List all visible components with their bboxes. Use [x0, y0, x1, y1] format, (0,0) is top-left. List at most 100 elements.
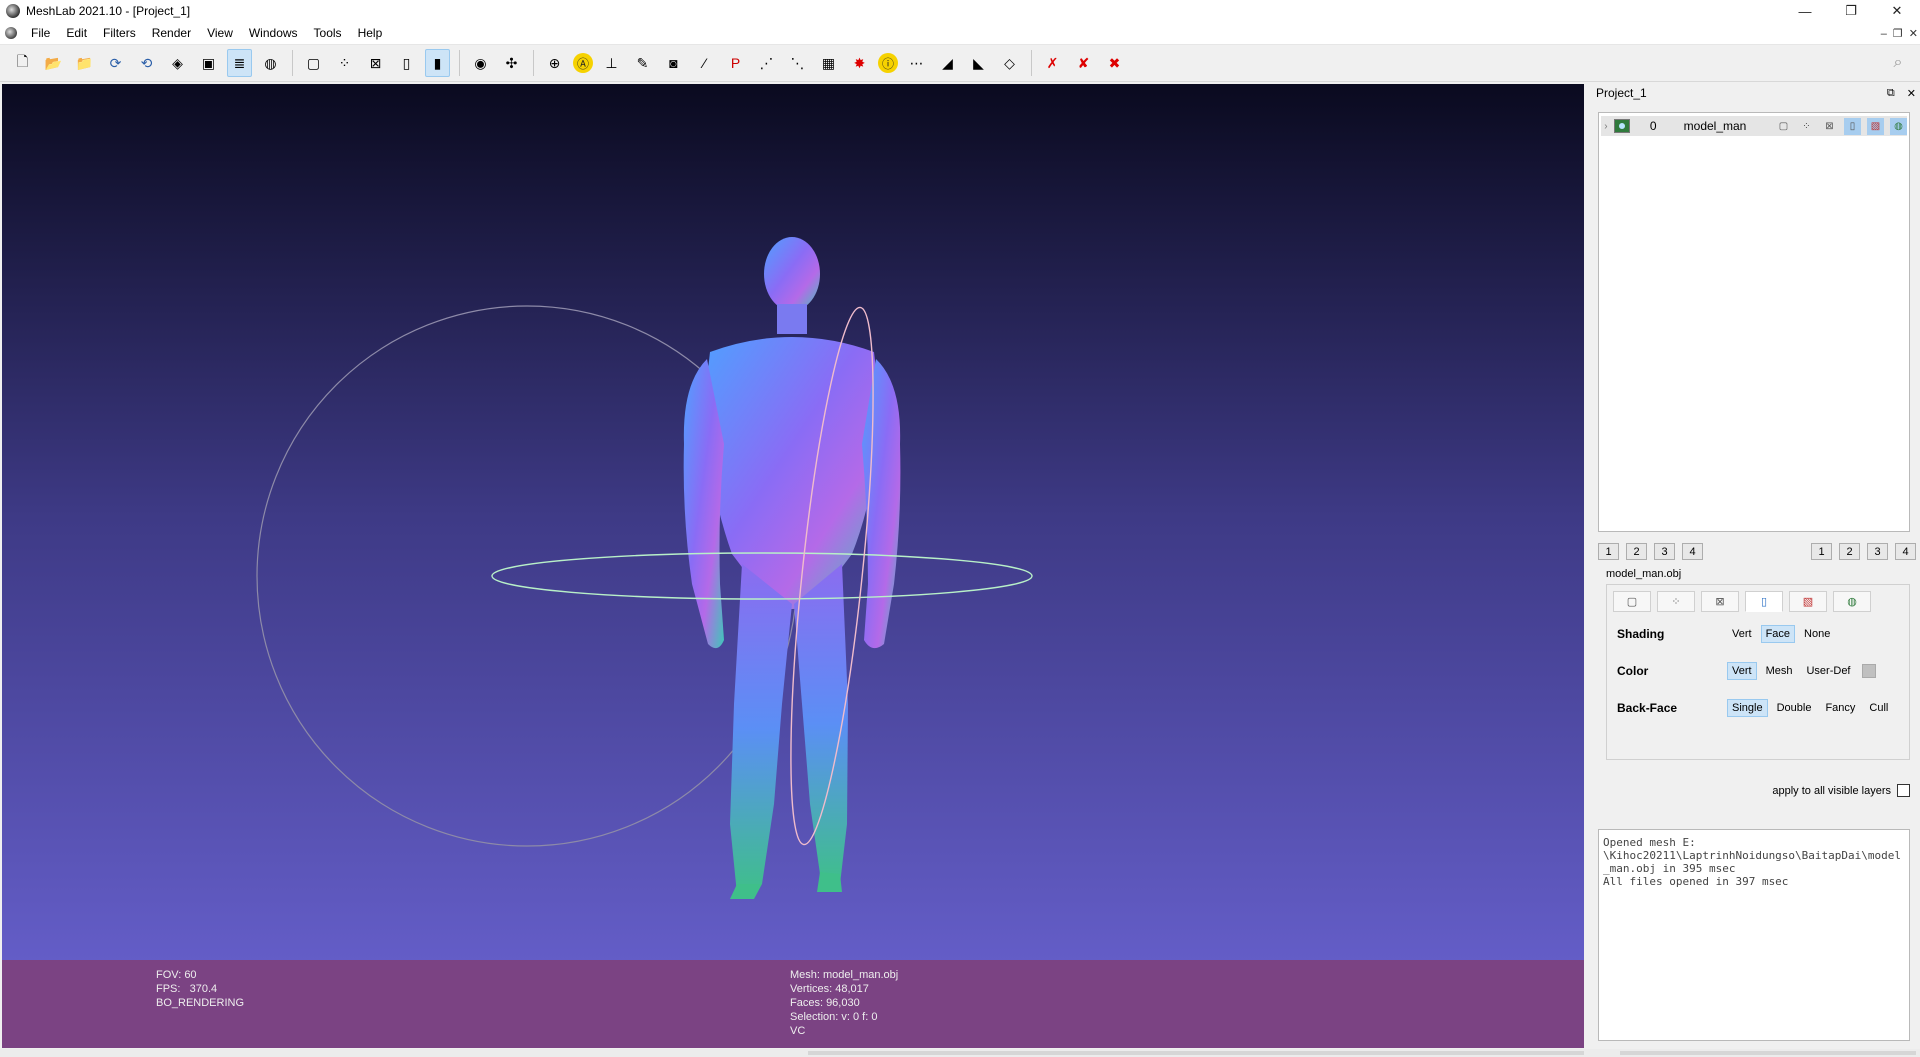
tab-texture[interactable]: ▧: [1789, 591, 1827, 612]
pick-icon[interactable]: P: [723, 49, 748, 77]
vertices-text: Vertices: 48,017: [790, 983, 869, 995]
layer-texture-icon[interactable]: ▧: [1867, 117, 1884, 135]
shading-vert-option[interactable]: Vert: [1727, 625, 1757, 643]
panel-horizontal-scrollbar[interactable]: [1620, 1051, 1916, 1055]
delete-all-icon[interactable]: ✖: [1102, 49, 1127, 77]
layer-bbox-icon[interactable]: ▢: [1775, 118, 1792, 135]
smooth-icon[interactable]: ▮: [425, 49, 450, 77]
backface-double-option[interactable]: Double: [1772, 699, 1817, 717]
menu-filters[interactable]: Filters: [95, 22, 144, 45]
left-num-1-button[interactable]: 1: [1598, 543, 1619, 560]
select-conn-2-icon[interactable]: ◣: [966, 49, 991, 77]
window-controls: — ❐ ✕: [1782, 0, 1920, 22]
georef-icon[interactable]: ✸: [847, 49, 872, 77]
tab-fill[interactable]: ▯: [1745, 591, 1783, 612]
viewport-horizontal-scrollbar[interactable]: [808, 1051, 1584, 1055]
left-num-4-button[interactable]: 4: [1682, 543, 1703, 560]
select-connected-icon[interactable]: ◢: [935, 49, 960, 77]
save-icon[interactable]: ◈: [165, 49, 190, 77]
delete-faces-icon[interactable]: ✗: [1040, 49, 1065, 77]
menu-edit[interactable]: Edit: [58, 22, 95, 45]
flat-icon[interactable]: ▯: [394, 49, 419, 77]
restore-button[interactable]: ❐: [1828, 0, 1874, 22]
log-output[interactable]: Opened mesh E: \Kihoc20211\LaptrinhNoidu…: [1598, 829, 1910, 1041]
layer-points-icon[interactable]: ⁘: [1798, 118, 1815, 135]
minimize-button[interactable]: —: [1782, 0, 1828, 22]
bbox-icon[interactable]: ▢: [301, 49, 326, 77]
layer-row[interactable]: › 0 model_man ▢ ⁘ ⊠ ▯ ▧ ◍: [1601, 116, 1907, 136]
color-userdef-option[interactable]: User-Def: [1801, 662, 1855, 680]
document-system-menu-icon[interactable]: [5, 27, 17, 39]
backface-single-option[interactable]: Single: [1727, 699, 1768, 717]
close-panel-icon[interactable]: ✕: [1907, 87, 1916, 100]
reload-icon[interactable]: ⟳: [103, 49, 128, 77]
annotation-icon[interactable]: Ⓐ: [573, 53, 593, 73]
texture-icon[interactable]: ▦: [816, 49, 841, 77]
align-icon[interactable]: ⊥: [599, 49, 624, 77]
shading-face-option[interactable]: Face: [1760, 625, 1796, 643]
camera-icon[interactable]: ◙: [661, 49, 686, 77]
light-icon[interactable]: ◉: [468, 49, 493, 77]
layer-list[interactable]: › 0 model_man ▢ ⁘ ⊠ ▯ ▧ ◍: [1598, 112, 1910, 532]
mdi-minimize-button[interactable]: ‒: [1881, 28, 1887, 40]
mesh-info: Mesh: model_man.obj Vertices: 48,017 Fac…: [790, 968, 898, 1038]
visibility-eye-icon[interactable]: [1613, 119, 1630, 133]
backface-fancy-option[interactable]: Fancy: [1820, 699, 1860, 717]
points-icon[interactable]: ⁘: [332, 49, 357, 77]
color-mesh-option[interactable]: Mesh: [1761, 662, 1798, 680]
menu-windows[interactable]: Windows: [241, 22, 306, 45]
apply-all-checkbox[interactable]: [1897, 784, 1910, 797]
delete-verts-icon[interactable]: ✘: [1071, 49, 1096, 77]
layer-wire-icon[interactable]: ⊠: [1821, 118, 1838, 135]
info-icon[interactable]: ⓘ: [878, 53, 898, 73]
wireframe-icon[interactable]: ⊠: [363, 49, 388, 77]
left-num-3-button[interactable]: 3: [1654, 543, 1675, 560]
select-deselect-icon[interactable]: ◇: [997, 49, 1022, 77]
paint-icon[interactable]: ✎: [630, 49, 655, 77]
open-mesh-icon[interactable]: 📁: [72, 49, 97, 77]
mdi-close-button[interactable]: ✕: [1909, 27, 1918, 40]
right-num-2-button[interactable]: 2: [1839, 543, 1860, 560]
layers-icon[interactable]: ≣: [227, 49, 252, 77]
right-num-4-button[interactable]: 4: [1895, 543, 1916, 560]
layer-name[interactable]: model_man: [1684, 119, 1769, 133]
3d-viewport[interactable]: FOV: 60 FPS: 370.4 BO_RENDERING Mesh: mo…: [2, 84, 1584, 1048]
vc-text: VC: [790, 1025, 806, 1037]
toolbar-separator: [533, 50, 534, 76]
expand-arrow-icon[interactable]: ›: [1601, 121, 1611, 132]
tab-wire[interactable]: ⊠: [1701, 591, 1739, 612]
right-num-1-button[interactable]: 1: [1811, 543, 1832, 560]
tab-points[interactable]: ⁘: [1657, 591, 1695, 612]
select-icon[interactable]: ⋰: [754, 49, 779, 77]
open-project-icon[interactable]: 📂: [41, 49, 66, 77]
tab-extra[interactable]: ◍: [1833, 591, 1871, 612]
user-color-swatch[interactable]: [1861, 664, 1876, 678]
shading-none-option[interactable]: None: [1799, 625, 1835, 643]
brush-icon[interactable]: ⁄: [692, 49, 717, 77]
snapshot-icon[interactable]: ▣: [196, 49, 221, 77]
new-project-icon[interactable]: 🗋: [10, 49, 35, 77]
float-panel-icon[interactable]: ⧉: [1887, 87, 1895, 100]
select-vert-icon[interactable]: ⋱: [785, 49, 810, 77]
raster-icon[interactable]: ◍: [258, 49, 283, 77]
menu-help[interactable]: Help: [350, 22, 391, 45]
layer-fill-icon[interactable]: ▯: [1844, 117, 1861, 135]
menu-render[interactable]: Render: [144, 22, 199, 45]
tab-bbox[interactable]: ▢: [1613, 591, 1651, 612]
measure-icon[interactable]: ⊕: [542, 49, 567, 77]
menu-tools[interactable]: Tools: [306, 22, 350, 45]
search-icon[interactable]: ⌕: [1886, 51, 1910, 75]
trackball-icon[interactable]: ✣: [499, 49, 524, 77]
scene-canvas[interactable]: [2, 84, 1584, 960]
backface-cull-option[interactable]: Cull: [1864, 699, 1893, 717]
reload-all-icon[interactable]: ⟲: [134, 49, 159, 77]
mdi-restore-button[interactable]: ❐: [1893, 27, 1903, 40]
color-vert-option[interactable]: Vert: [1727, 662, 1757, 680]
right-num-3-button[interactable]: 3: [1867, 543, 1888, 560]
layer-extra-icon[interactable]: ◍: [1890, 117, 1907, 135]
close-button[interactable]: ✕: [1874, 0, 1920, 22]
left-num-2-button[interactable]: 2: [1626, 543, 1647, 560]
menu-view[interactable]: View: [199, 22, 241, 45]
menu-file[interactable]: File: [23, 22, 58, 45]
select-faces-icon[interactable]: ⋯: [904, 49, 929, 77]
